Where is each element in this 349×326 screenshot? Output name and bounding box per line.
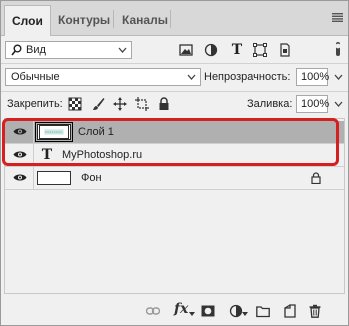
row-divider [33, 121, 34, 143]
chevron-down-icon [118, 47, 127, 53]
filter-toggle-icon[interactable] [333, 42, 343, 56]
add-mask-icon[interactable] [201, 304, 215, 318]
filter-kind-label: Вид [26, 44, 46, 56]
tab-divider [113, 10, 114, 28]
layer-thumbnail[interactable] [35, 122, 73, 142]
opacity-label: Непрозрачность: [204, 71, 291, 83]
opacity-slider-chevron-icon[interactable] [334, 74, 343, 80]
fill-input[interactable]: 100% [296, 95, 330, 113]
layers-panel: Слои Контуры Каналы Вид T Обычные Непроз… [0, 0, 349, 326]
layers-bottom-toolbar: fx [1, 297, 348, 325]
filter-type-layers-icon[interactable]: T [229, 42, 245, 58]
fill-slider-chevron-icon[interactable] [334, 101, 343, 107]
new-group-icon[interactable] [256, 304, 270, 318]
fx-icon[interactable]: fx [174, 301, 188, 317]
blend-mode-label: Обычные [11, 71, 60, 83]
layer-row-text[interactable]: T MyPhotoshop.ru [5, 144, 344, 167]
lock-image-pixels-icon[interactable] [91, 97, 105, 111]
tab-layers[interactable]: Слои [4, 5, 51, 36]
filter-smart-objects-icon[interactable] [277, 42, 293, 58]
fill-value: 100% [301, 98, 330, 110]
eye-icon[interactable] [13, 173, 27, 182]
fx-dropdown-icon [189, 312, 195, 316]
lock-label: Закрепить: [7, 98, 63, 110]
lock-artboard-icon[interactable] [135, 97, 149, 111]
eye-icon[interactable] [13, 127, 27, 136]
filter-shape-layers-icon[interactable] [252, 42, 268, 58]
fill-label: Заливка: [247, 98, 293, 110]
row-divider [33, 167, 34, 189]
lock-icon [311, 172, 321, 184]
link-layers-icon[interactable] [146, 304, 160, 318]
lock-all-icon[interactable] [157, 97, 171, 111]
divider [1, 63, 348, 64]
new-adjustment-layer-icon[interactable] [229, 304, 243, 318]
layer-row-layer1[interactable]: Слой 1 [5, 121, 344, 144]
filter-kind-select[interactable]: Вид [5, 41, 132, 59]
layer-name[interactable]: Слой 1 [78, 126, 114, 138]
eye-icon[interactable] [13, 150, 27, 159]
filter-pixel-layers-icon[interactable] [178, 42, 194, 58]
tab-divider [170, 10, 171, 28]
layer-name[interactable]: MyPhotoshop.ru [62, 149, 142, 161]
layer-name[interactable]: Фон [81, 172, 102, 184]
layer-row-background[interactable]: Фон [5, 167, 344, 190]
opacity-value: 100% [301, 71, 330, 83]
filter-adjustment-layers-icon[interactable] [203, 42, 219, 58]
search-icon [11, 44, 22, 56]
lock-transparent-pixels-icon[interactable] [68, 97, 82, 111]
chevron-down-icon [187, 74, 196, 80]
divider [1, 91, 348, 92]
opacity-input[interactable]: 100% [296, 68, 330, 86]
panel-menu-icon[interactable] [332, 13, 343, 22]
lock-position-icon[interactable] [113, 97, 127, 111]
row-divider [33, 144, 34, 166]
adjustment-dropdown-icon [242, 312, 248, 316]
layer-thumbnail[interactable] [37, 171, 71, 185]
delete-layer-icon[interactable] [308, 304, 322, 318]
tab-bar: Слои Контуры Каналы [1, 1, 348, 36]
tab-channels[interactable]: Каналы [115, 5, 175, 35]
layers-list: Слой 1 T MyPhotoshop.ru Фон [4, 118, 345, 294]
blend-mode-select[interactable]: Обычные [5, 68, 201, 86]
new-layer-icon[interactable] [283, 304, 297, 318]
text-layer-icon: T [41, 147, 53, 163]
tab-paths[interactable]: Контуры [51, 5, 117, 35]
